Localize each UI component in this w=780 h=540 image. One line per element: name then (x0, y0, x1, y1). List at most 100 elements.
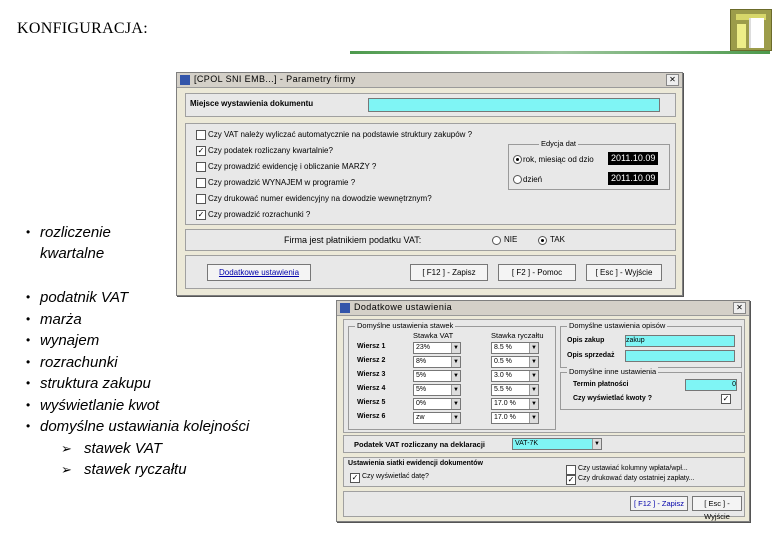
close-icon[interactable]: ✕ (733, 302, 746, 314)
checkbox-label: Czy podatek rozliczany kwartalnie? (208, 146, 333, 155)
checkbox-vat-auto[interactable] (196, 130, 206, 140)
vat-rate-select[interactable]: 23% ▼ (413, 342, 461, 354)
checkbox-show-amounts[interactable]: ✓ (721, 394, 731, 404)
decorative-line (350, 51, 770, 54)
register-group-caption: Ustawienia siatki ewidencji dokumentów (348, 460, 483, 467)
date-field-1[interactable]: 2011.10.09 (608, 152, 659, 165)
checkbox-label: Czy prowadzić ewidencję i obliczanie MAR… (208, 162, 377, 171)
options-panel: Czy VAT należy wyliczać automatycznie na… (185, 123, 676, 225)
desc-sell-input[interactable] (625, 350, 735, 362)
checkbox-print-last-payment[interactable]: ✓ (566, 475, 576, 485)
desc-buy-input[interactable]: zakup (625, 335, 735, 347)
ryczalt-rate-select[interactable]: 17.0 % ▼ (491, 412, 539, 424)
chevron-down-icon: ▼ (451, 343, 460, 353)
bullet-list: podatnik VAT marża wynajem rozrachunki s… (26, 287, 249, 481)
radio-date-day[interactable] (513, 175, 522, 184)
bullet-item: struktura zakupu (26, 373, 249, 395)
window2-buttons-panel: [ F12 ] - Zapisz [ Esc ] - Wyjście (343, 491, 745, 521)
save-button[interactable]: [ F12 ] - Zapisz (630, 496, 688, 511)
app-icon (180, 75, 190, 85)
chevron-down-icon: ▼ (529, 413, 538, 423)
register-settings-panel: Ustawienia siatki ewidencji dokumentów ✓… (343, 457, 745, 487)
additional-settings-button[interactable]: Dodatkowe ustawienia (207, 264, 311, 281)
checkbox-print-number[interactable] (196, 194, 206, 204)
chevron-down-icon: ▼ (529, 357, 538, 367)
desc-sell-label: Opis sprzedaż (567, 352, 615, 359)
checkbox-payment-columns[interactable] (566, 465, 576, 475)
checkbox-label: Czy drukować numer ewidencyjny na dowodz… (208, 194, 432, 203)
company-params-window: [CPOL SNI EMB...] - Parametry firmy ✕ Mi… (176, 72, 683, 296)
exit-button[interactable]: [ Esc ] - Wyjście (586, 264, 662, 281)
vat-declaration-label: Podatek VAT rozliczany na deklaracji (354, 440, 486, 449)
ryczalt-rate-select[interactable]: 17.0 % ▼ (491, 398, 539, 410)
vat-rate-select[interactable]: 0% ▼ (413, 398, 461, 410)
checkbox-label: Czy drukować daty ostatniej zapłaty... (578, 475, 695, 482)
other-settings-caption: Domyślne inne ustawienia (567, 367, 659, 376)
vat-rate-select[interactable]: 8% ▼ (413, 356, 461, 368)
bullet-list-top: rozliczenie kwartalne (26, 222, 166, 264)
chevron-down-icon: ▼ (451, 399, 460, 409)
arrow-bullet-icon: ➢ (61, 440, 72, 456)
vat-payer-panel: Firma jest płatnikiem podatku VAT: NIE T… (185, 229, 676, 251)
row-label: Wiersz 4 (357, 385, 386, 392)
sub-bullet-item: ➢ stawek VAT (61, 439, 163, 457)
chevron-down-icon: ▼ (451, 371, 460, 381)
row-label: Wiersz 5 (357, 399, 386, 406)
vat-rate-select[interactable]: 5% ▼ (413, 384, 461, 396)
checkbox-margin[interactable] (196, 162, 206, 172)
col-header-ryczalt: Stawka ryczałtu (491, 331, 544, 340)
payment-term-input[interactable]: 0 (685, 379, 737, 391)
bullet-item: rozrachunki (26, 352, 249, 374)
radio-date-ymd[interactable] (513, 155, 522, 164)
ryczalt-rate-select[interactable]: 5.5 % ▼ (491, 384, 539, 396)
app-icon (340, 303, 350, 313)
col-header-vat: Stawka VAT (413, 331, 454, 340)
additional-settings-window: Dodatkowe ustawienia ✕ Domyślne ustawien… (336, 300, 750, 522)
window-title: Dodatkowe ustawienia (354, 302, 453, 312)
dates-group-caption: Edycja dat (539, 139, 579, 148)
checkbox-quarterly[interactable]: ✓ (196, 146, 206, 156)
chevron-down-icon: ▼ (451, 357, 460, 367)
bullet-item: rozliczenie kwartalne (26, 222, 166, 264)
chevron-down-icon: ▼ (592, 439, 601, 449)
slide-title: KONFIGURACJA: (17, 20, 149, 37)
row-label: Wiersz 6 (357, 413, 386, 420)
rates-group: Domyślne ustawienia stawek Stawka VAT St… (348, 321, 556, 430)
chevron-down-icon: ▼ (529, 399, 538, 409)
radio-vat-yes[interactable] (538, 236, 547, 245)
radio-vat-no[interactable] (492, 236, 501, 245)
ryczalt-rate-select[interactable]: 0.5 % ▼ (491, 356, 539, 368)
ryczalt-rate-select[interactable]: 3.0 % ▼ (491, 370, 539, 382)
sub-bullet-item: ➢ stawek ryczałtu (61, 461, 187, 478)
radio-label: TAK (550, 235, 565, 244)
buttons-panel: Dodatkowe ustawienia [ F12 ] - Zapisz [ … (185, 255, 676, 289)
chevron-down-icon: ▼ (529, 371, 538, 381)
dates-group: Edycja dat rok, miesiąc od dzio dzień 20… (508, 139, 670, 190)
checkbox-rental[interactable] (196, 178, 206, 188)
ryczalt-rate-select[interactable]: 8.5 % ▼ (491, 342, 539, 354)
vat-rate-select[interactable]: 5% ▼ (413, 370, 461, 382)
rates-group-caption: Domyślne ustawienia stawek (355, 321, 456, 330)
close-icon[interactable]: ✕ (666, 74, 679, 86)
exit-button[interactable]: [ Esc ] - Wyjście (692, 496, 742, 521)
descriptions-group: Domyślne ustawienia opisów Opis zakup za… (560, 321, 742, 368)
checkbox-settlements[interactable]: ✓ (196, 210, 206, 220)
save-button[interactable]: [ F12 ] - Zapisz (410, 264, 488, 281)
vat-declaration-panel: Podatek VAT rozliczany na deklaracji VAT… (343, 435, 745, 453)
vat-rate-select[interactable]: zw ▼ (413, 412, 461, 424)
vat-declaration-select[interactable]: VAT-7K ▼ (512, 438, 602, 450)
bullet-item: marża (26, 309, 249, 331)
date-field-2[interactable]: 2011.10.09 (608, 172, 659, 185)
vat-payer-label: Firma jest płatnikiem podatku VAT: (284, 235, 422, 245)
window-titlebar: [CPOL SNI EMB...] - Parametry firmy ✕ (177, 73, 682, 88)
chevron-down-icon: ▼ (529, 385, 538, 395)
window-title: [CPOL SNI EMB...] - Parametry firmy (194, 74, 356, 84)
checkbox-label: Czy prowadzić WYNAJEM w programie ? (208, 178, 356, 187)
checkbox-show-date[interactable]: ✓ (350, 473, 360, 483)
desc-buy-label: Opis zakup (567, 337, 605, 344)
row-label: Wiersz 3 (357, 371, 386, 378)
help-button[interactable]: [ F2 ] - Pomoc (498, 264, 576, 281)
show-amounts-label: Czy wyświetlać kwoty ? (573, 395, 652, 402)
location-input[interactable] (368, 98, 660, 112)
payment-term-label: Termin płatności (573, 381, 629, 388)
